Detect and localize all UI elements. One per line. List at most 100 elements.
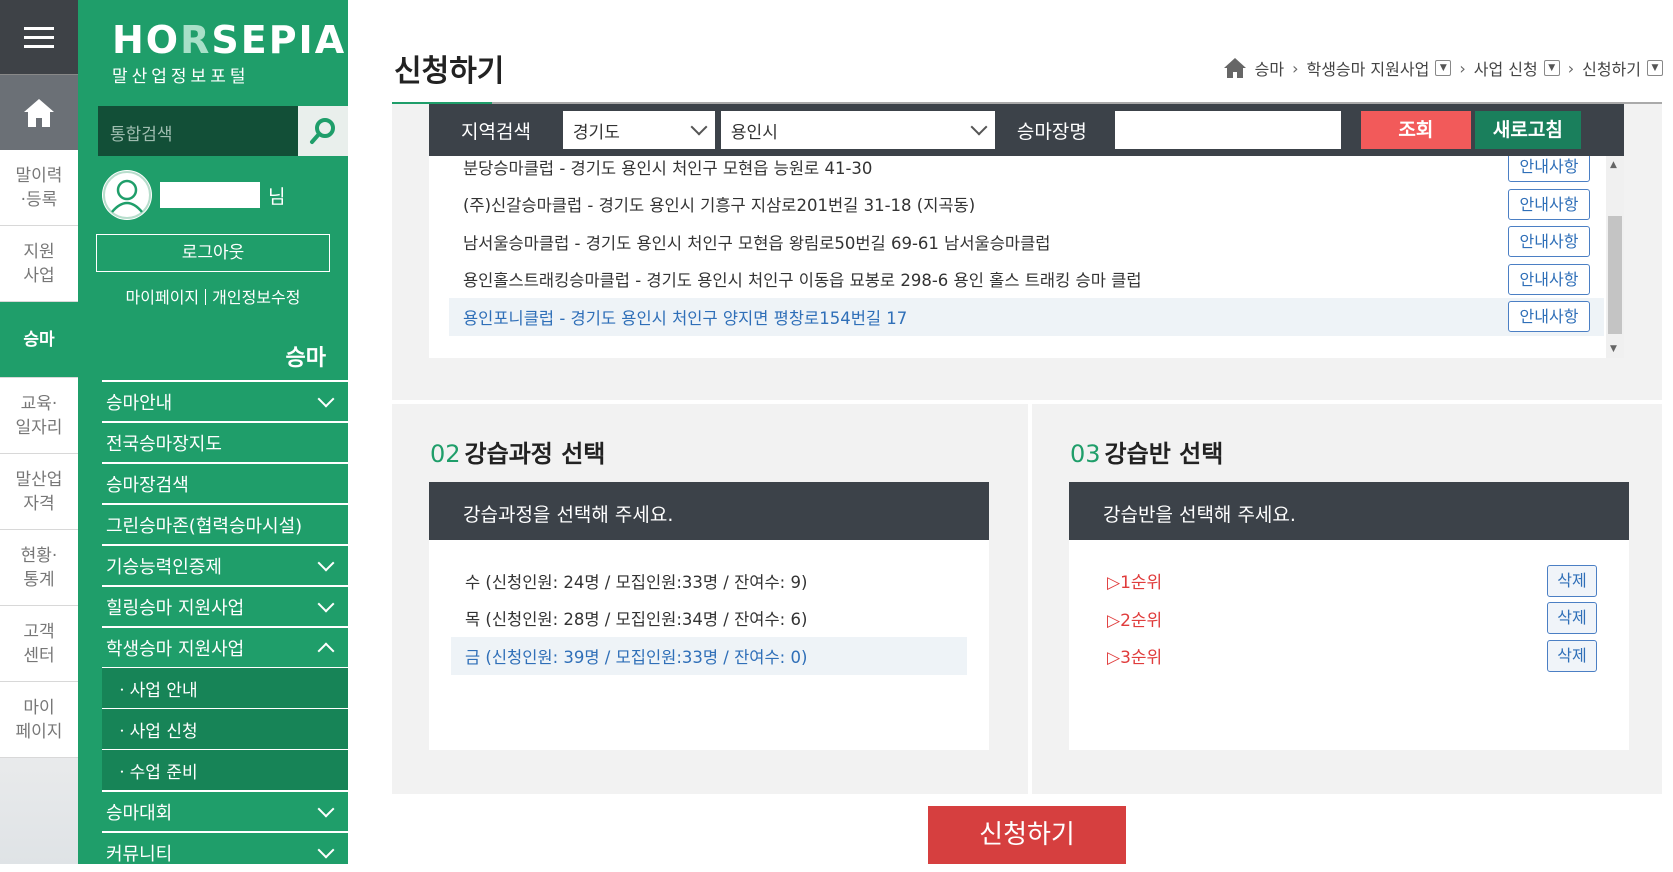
list-item[interactable]: 수 (신청인원: 24명 / 모집인원:33명 / 잔여수: 9) <box>451 562 967 600</box>
filter-bar: 지역검색 경기도 용인시 승마장명 조회 새로고침 <box>429 104 1624 156</box>
user-icon <box>103 171 151 219</box>
class-select-panel: 03 강습반 선택 강습반을 선택해 주세요. ▷1순위 삭제 ▷2순위 삭제 ▷3순… <box>1032 404 1662 794</box>
breadcrumb-item[interactable]: 학생승마 지원사업 <box>1306 56 1429 80</box>
chevron-right-icon: › <box>1459 58 1466 78</box>
chevron-down-icon <box>317 800 335 817</box>
hamburger-menu-button[interactable] <box>0 0 78 74</box>
user-name <box>160 182 260 208</box>
nav-community[interactable]: 커뮤니티 <box>102 831 348 872</box>
global-search: 통합검색 <box>98 106 348 156</box>
logout-button[interactable]: 로그아웃 <box>96 234 330 272</box>
nav-healing-riding[interactable]: 힐링승마 지원사업 <box>102 585 348 626</box>
list-item[interactable]: 남서울승마클럽 - 경기도 용인시 처인구 모현읍 왕림로50번길 69-61 … <box>449 223 1604 261</box>
rail-item-education[interactable]: 교육· 일자리 <box>0 378 78 454</box>
delete-button[interactable]: 삭제 <box>1547 564 1597 597</box>
delete-button[interactable]: 삭제 <box>1547 639 1597 672</box>
user-info: 님 <box>102 170 285 220</box>
home-button[interactable] <box>0 74 78 150</box>
nav-riding-map[interactable]: 전국승마장지도 <box>102 421 348 462</box>
chevron-right-icon: › <box>1292 58 1299 78</box>
section-nav: 승마안내 전국승마장지도 승마장검색 그린승마존(협력승마시설) 기승능력인증제… <box>102 380 348 872</box>
search-icon <box>310 118 335 144</box>
section-title: 승마 <box>285 346 326 371</box>
main-content: 신청하기 승마 › 학생승마 지원사업 ▼ › 사업 신청 ▼ › 신청하기 ▼… <box>348 0 1673 864</box>
chevron-down-icon <box>317 841 335 858</box>
info-button[interactable]: 안내사항 <box>1508 156 1590 183</box>
subnav-program-info[interactable]: ㆍ사업 안내 <box>102 667 348 708</box>
scroll-down-icon[interactable]: ▼ <box>1610 344 1617 354</box>
list-item[interactable]: 분당승마클럽 - 경기도 용인시 처인구 모현읍 능원로 41-30 안내사항 <box>449 156 1604 186</box>
global-search-button[interactable] <box>298 106 348 156</box>
breadcrumb-item[interactable]: 신청하기 <box>1582 56 1641 80</box>
scrollbar-thumb[interactable] <box>1608 216 1622 334</box>
info-button[interactable]: 안내사항 <box>1508 263 1590 295</box>
delete-button[interactable]: 삭제 <box>1547 602 1597 635</box>
rail-item-customer-center[interactable]: 고객 센터 <box>0 606 78 682</box>
club-list: 분당승마클럽 - 경기도 용인시 처인구 모현읍 능원로 41-30 안내사항 (… <box>429 156 1624 358</box>
info-button[interactable]: 안내사항 <box>1508 226 1590 258</box>
divider <box>205 289 207 305</box>
rank-list: ▷1순위 삭제 ▷2순위 삭제 ▷3순위 삭제 <box>1069 540 1629 750</box>
rail-item-mypage[interactable]: 마이 페이지 <box>0 682 78 758</box>
user-suffix: 님 <box>268 185 286 208</box>
nav-student-riding[interactable]: 학생승마 지원사업 <box>102 626 348 667</box>
list-item-selected[interactable]: 용인포니클럽 - 경기도 용인시 처인구 양지면 평창로154번길 17 안내사항 <box>449 298 1604 336</box>
club-name-input[interactable] <box>1114 111 1341 149</box>
class-section-header: 강습반을 선택해 주세요. <box>1069 482 1629 540</box>
rail-item-support[interactable]: 지원 사업 <box>0 226 78 302</box>
list-item[interactable]: 용인홀스트래킹승마클럽 - 경기도 용인시 처인구 이동읍 묘봉로 298-6 … <box>449 261 1604 299</box>
subnav-class-prep[interactable]: ㆍ수업 준비 <box>102 749 348 790</box>
rank-item: ▷2순위 삭제 <box>1107 600 1597 638</box>
breadcrumb-item[interactable]: 승마 <box>1255 56 1284 80</box>
scroll-up-icon[interactable]: ▲ <box>1610 160 1617 170</box>
info-button[interactable]: 안내사항 <box>1508 188 1590 220</box>
chevron-right-icon: › <box>1567 58 1575 78</box>
province-select[interactable]: 경기도 <box>562 111 715 149</box>
nav-riding-guide[interactable]: 승마안내 <box>102 380 348 421</box>
chevron-down-icon <box>317 390 335 407</box>
nav-riding-search[interactable]: 승마장검색 <box>102 462 348 503</box>
rail-item-riding[interactable]: 승마 <box>0 302 78 378</box>
breadcrumb: 승마 › 학생승마 지원사업 ▼ › 사업 신청 ▼ › 신청하기 ▼ <box>1223 56 1663 80</box>
dropdown-icon[interactable]: ▼ <box>1543 60 1560 76</box>
list-item[interactable]: 목 (신청인원: 28명 / 모집인원:34명 / 잔여수: 6) <box>451 600 967 638</box>
dropdown-icon[interactable]: ▼ <box>1647 60 1663 76</box>
rank-item: ▷1순위 삭제 <box>1107 562 1597 600</box>
list-item-selected[interactable]: 금 (신청인원: 39명 / 모집인원:33명 / 잔여수: 0) <box>451 637 967 675</box>
breadcrumb-item[interactable]: 사업 신청 <box>1474 56 1538 80</box>
rail-item-horse-registry[interactable]: 말이력 ·등록 <box>0 150 78 226</box>
class-section-title: 03 강습반 선택 <box>1070 440 1224 468</box>
chevron-up-icon <box>317 642 335 659</box>
course-list: 수 (신청인원: 24명 / 모집인원:33명 / 잔여수: 9) 목 (신청인… <box>429 540 989 750</box>
global-search-input[interactable]: 통합검색 <box>98 106 298 156</box>
dropdown-icon[interactable]: ▼ <box>1435 60 1452 76</box>
rail-item-statistics[interactable]: 현황· 통계 <box>0 530 78 606</box>
home-icon <box>24 98 54 127</box>
club-select-panel: 지역검색 경기도 용인시 승마장명 조회 새로고침 분당승마클럽 - 경기도 용… <box>392 104 1662 400</box>
city-select[interactable]: 용인시 <box>720 111 995 149</box>
region-label: 지역검색 <box>461 120 531 143</box>
privacy-edit-link[interactable]: 개인정보수정 <box>212 288 300 307</box>
nav-green-zone[interactable]: 그린승마존(협력승마시설) <box>102 503 348 544</box>
nav-competition[interactable]: 승마대회 <box>102 790 348 831</box>
nav-certification[interactable]: 기승능력인증제 <box>102 544 348 585</box>
logo[interactable]: HORSEPIA 말산업정보포털 <box>112 20 346 87</box>
rank-item: ▷3순위 삭제 <box>1107 637 1597 675</box>
scrollbar[interactable]: ▲ ▼ <box>1606 156 1624 358</box>
search-button[interactable]: 조회 <box>1360 111 1471 149</box>
page-title: 신청하기 <box>394 54 505 89</box>
list-item[interactable]: (주)신갈승마클럽 - 경기도 용인시 기흥구 지삼로201번길 31-18 (… <box>449 186 1604 224</box>
apply-button[interactable]: 신청하기 <box>928 806 1126 864</box>
logo-subtitle: 말산업정보포털 <box>112 67 250 87</box>
rail-item-qualification[interactable]: 말산업 자격 <box>0 454 78 530</box>
info-button[interactable]: 안내사항 <box>1508 301 1590 333</box>
avatar <box>102 170 152 220</box>
subnav-program-apply[interactable]: ㆍ사업 신청 <box>102 708 348 749</box>
mypage-link[interactable]: 마이페이지 <box>126 288 200 307</box>
course-section-title: 02 강습과정 선택 <box>430 440 606 468</box>
sidebar: HORSEPIA 말산업정보포털 통합검색 님 로그아웃 마이페이지 개인정보수정… <box>78 0 348 865</box>
category-rail: 말이력 ·등록 지원 사업 승마 교육· 일자리 말산업 자격 현황· 통계 고… <box>0 0 78 864</box>
home-icon[interactable] <box>1223 57 1247 79</box>
club-name-label: 승마장명 <box>1016 120 1087 143</box>
refresh-button[interactable]: 새로고침 <box>1474 111 1581 149</box>
